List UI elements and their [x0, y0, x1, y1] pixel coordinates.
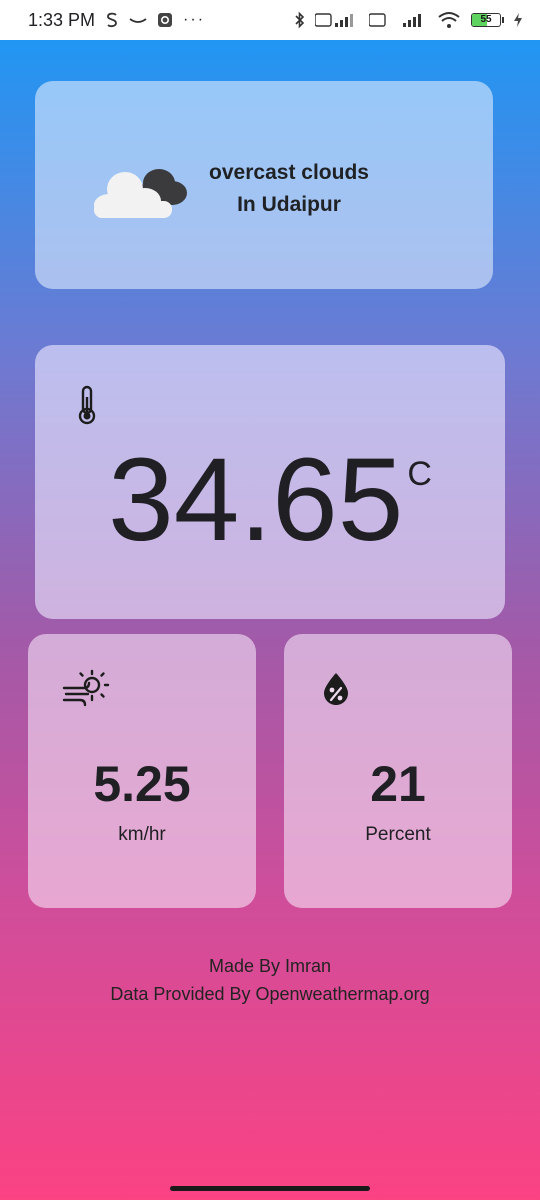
status-bar: 1:33 PM ··· 55 [0, 0, 540, 40]
wind-speed-value: 5.25 [93, 756, 191, 812]
wind-card: 5.25 km/hr [28, 634, 256, 908]
humidity-percent-icon [324, 673, 348, 705]
home-indicator[interactable] [170, 1186, 370, 1191]
wind-speed-unit: km/hr [118, 824, 166, 845]
humidity-card: 21 Percent [284, 634, 512, 908]
more-notifications-icon: ··· [183, 11, 206, 28]
battery-cap [502, 17, 504, 23]
temperature-value: 34.65 [108, 434, 404, 566]
bluetooth-icon [295, 11, 305, 29]
wifi-icon [437, 11, 461, 29]
weather-location: In Udaipur [237, 193, 341, 216]
status-time: 1:33 PM [28, 9, 96, 30]
weather-screen: overcast clouds In Udaipur 34.65 C 5.25 … [0, 40, 540, 1200]
weather-summary-card: overcast clouds In Udaipur [35, 81, 493, 289]
weather-text: overcast clouds In Udaipur [195, 157, 383, 221]
weather-description: overcast clouds [209, 161, 369, 184]
footer-data-provider: Data Provided By Openweathermap.org [110, 984, 430, 1004]
humidity-unit: Percent [365, 824, 431, 845]
battery-level: 55 [480, 14, 492, 25]
temperature-unit: C [407, 455, 432, 493]
footer-made-by: Made By Imran [208, 956, 332, 976]
amazon-icon [129, 15, 147, 25]
battery-icon: 55 [471, 13, 504, 27]
footer: Made By Imran Data Provided By Openweath… [0, 952, 540, 1008]
status-bar-left: 1:33 PM ··· [28, 10, 205, 31]
humidity-value: 21 [370, 756, 426, 812]
temperature-row: 34.65 C [35, 441, 505, 559]
volte-signal-icon-2 [369, 11, 427, 29]
thermometer-icon [78, 385, 96, 425]
battery-body: 55 [471, 13, 501, 27]
temperature-card: 34.65 C [35, 345, 505, 619]
charging-icon [514, 13, 522, 27]
volte-signal-icon [315, 11, 359, 29]
app-icon [157, 12, 173, 28]
wind-sun-icon [62, 669, 110, 707]
s-icon [105, 12, 119, 28]
status-bar-right: 55 [295, 11, 522, 29]
cloud-icon [94, 169, 187, 218]
